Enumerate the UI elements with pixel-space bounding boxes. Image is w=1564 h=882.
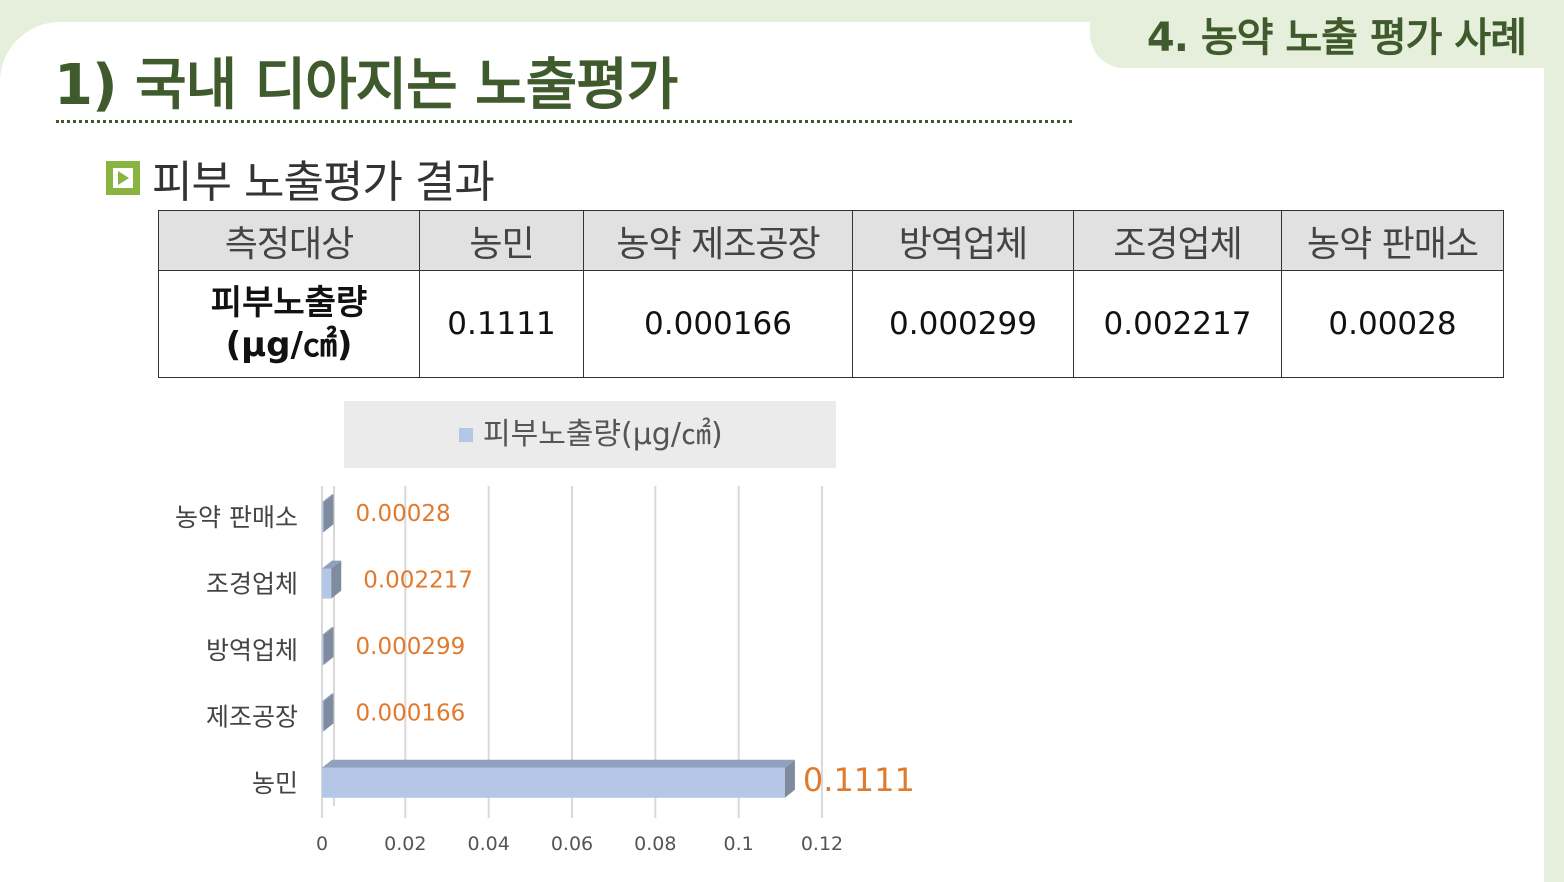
x-tick-label: 0.02 xyxy=(384,833,426,855)
y-category-label: 조경업체 xyxy=(206,570,298,599)
data-label: 0.000166 xyxy=(356,700,466,726)
legend-swatch xyxy=(459,428,473,442)
data-label: 0.000299 xyxy=(356,634,466,660)
x-tick-label: 0.08 xyxy=(634,833,676,855)
bar-chart: 피부노출량(μg/㎠) 0 0.02 0.04 0.06 0.08 0.1 0.12 농민 0.1… xyxy=(175,401,915,855)
bar xyxy=(322,767,785,798)
x-tick-label: 0.04 xyxy=(468,833,510,855)
data-label: 0.00028 xyxy=(356,501,451,527)
x-tick-label: 0 xyxy=(316,833,328,855)
x-tick-label: 0.1 xyxy=(724,833,754,855)
legend-label: 피부노출량(μg/㎠) xyxy=(483,417,723,452)
data-label: 0.002217 xyxy=(363,568,473,594)
data-label: 0.1111 xyxy=(803,761,915,799)
x-tick-label: 0.06 xyxy=(551,833,593,855)
bar xyxy=(322,701,324,732)
y-category-label: 농민 xyxy=(252,769,298,798)
bar xyxy=(322,502,324,533)
x-tick-label: 0.12 xyxy=(801,833,843,855)
y-category-label: 제조공장 xyxy=(206,702,298,731)
y-category-label: 농약 판매소 xyxy=(175,503,298,532)
bar-top-face xyxy=(322,759,795,768)
y-category-label: 방역업체 xyxy=(206,636,298,665)
bar xyxy=(322,568,332,599)
bar xyxy=(322,635,324,665)
